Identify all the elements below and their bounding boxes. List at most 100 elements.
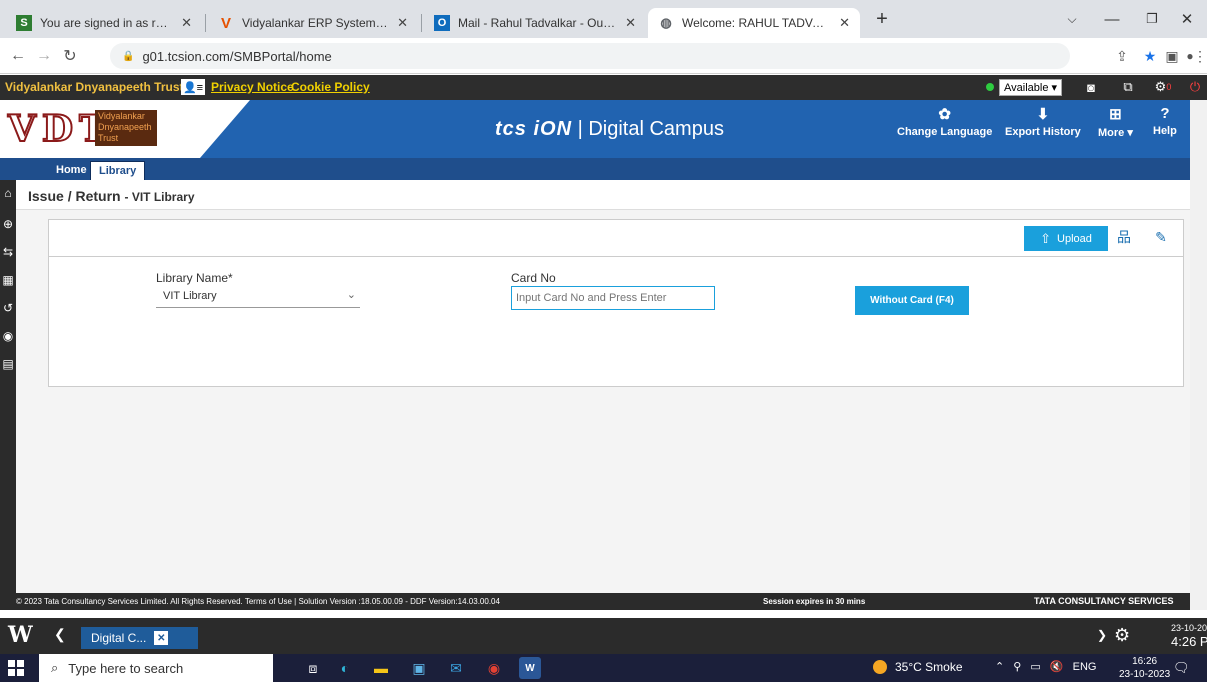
language-icon: ✿ bbox=[938, 106, 951, 123]
strip-datetime: 23-10-2023 4:26 PM bbox=[1171, 623, 1207, 648]
tab-search-icon[interactable]: ⌵ bbox=[1052, 0, 1092, 38]
portal-footer: © 2023 Tata Consultancy Services Limited… bbox=[16, 593, 1190, 610]
help-icon: ? bbox=[1160, 105, 1170, 122]
chevron-right-icon[interactable]: ❯ bbox=[1097, 628, 1107, 642]
notification-center-icon[interactable]: 🗨 bbox=[1173, 660, 1190, 676]
browser-tab-active[interactable]: ◍ Welcome: RAHUL TADVALKAR ✕ bbox=[648, 8, 860, 38]
upload-icon: ⇧ bbox=[1040, 230, 1052, 246]
battery-icon[interactable]: ▭ bbox=[1030, 661, 1040, 673]
address-bar[interactable]: 🔒 g01.tcsion.com/SMBPortal/home bbox=[110, 43, 1070, 69]
user-menu-icon[interactable]: 👤≡ bbox=[181, 79, 205, 95]
change-language-button[interactable]: ✿ Change Language bbox=[897, 105, 992, 138]
privacy-notice-link[interactable]: Privacy Notice bbox=[211, 80, 294, 94]
trust-name: Vidyalankar Dnyanapeeth Trust bbox=[5, 80, 184, 94]
tab-separator bbox=[421, 14, 422, 32]
search-icon: ⌕ bbox=[51, 660, 59, 675]
brand-title: tcs iON | Digital Campus bbox=[495, 118, 724, 141]
page-scrollbar[interactable] bbox=[1190, 100, 1207, 610]
card-no-input[interactable] bbox=[511, 286, 715, 310]
tab-favicon-icon: O bbox=[434, 15, 450, 31]
cookie-policy-link[interactable]: Cookie Policy bbox=[291, 80, 370, 94]
volume-muted-icon[interactable]: 🔇 bbox=[1050, 661, 1064, 673]
share-icon[interactable]: ⇪ bbox=[1112, 46, 1132, 66]
address-bar-row: ← → ↻ 🔒 g01.tcsion.com/SMBPortal/home ⇪ … bbox=[0, 38, 1207, 74]
network-icon[interactable]: ⚲ bbox=[1013, 661, 1021, 673]
close-tab-icon[interactable]: ✕ bbox=[397, 15, 408, 31]
weather-widget[interactable]: 35°C Smoke bbox=[873, 660, 963, 674]
tab-title: Vidyalankar ERP System - Atman bbox=[242, 16, 389, 30]
browser-tab[interactable]: S You are signed in as rahul.tadval ✕ bbox=[6, 8, 202, 38]
reload-icon[interactable]: ↻ bbox=[58, 44, 82, 68]
close-task-icon[interactable]: ✕ bbox=[154, 631, 169, 645]
edge-icon[interactable]: ◐ bbox=[334, 657, 356, 679]
browser-tab[interactable]: V Vidyalankar ERP System - Atman ✕ bbox=[208, 8, 418, 38]
chevron-down-icon: ⌄ bbox=[346, 289, 356, 301]
app-logo-icon[interactable]: W bbox=[8, 622, 38, 650]
tab-title: You are signed in as rahul.tadval bbox=[40, 16, 173, 30]
vdt-logo: VDT Vidyalankar Dnyanapeeth Trust bbox=[0, 100, 250, 158]
more-button[interactable]: ⊞ More ▾ bbox=[1098, 105, 1133, 139]
page-subtitle: - VIT Library bbox=[124, 190, 195, 204]
notifications-icon[interactable]: ⚙ 0 bbox=[1150, 78, 1176, 96]
back-icon[interactable]: ← bbox=[6, 44, 30, 68]
calendar-icon[interactable]: ▦ bbox=[0, 271, 16, 289]
settings-gears-icon[interactable]: ⚙ bbox=[1114, 625, 1130, 646]
browser-tab[interactable]: O Mail - Rahul Tadvalkar - Outlook ✕ bbox=[424, 8, 646, 38]
card-toolbar: ⇧ Upload 品 ✎ bbox=[49, 220, 1183, 257]
without-card-button[interactable]: Without Card (F4) bbox=[855, 286, 969, 315]
side-panel-icon[interactable]: ▣ bbox=[1162, 46, 1182, 66]
grid-icon: ⊞ bbox=[1109, 106, 1122, 123]
taskbar-clock[interactable]: 16:26 23-10-2023 bbox=[1119, 655, 1170, 681]
tab-home[interactable]: Home bbox=[48, 161, 95, 180]
tray-expand-icon[interactable]: ⌃ bbox=[995, 661, 1004, 673]
chrome-icon[interactable]: ◉ bbox=[483, 657, 505, 679]
power-icon[interactable]: ⏻ bbox=[1185, 78, 1205, 96]
tab-library[interactable]: Library bbox=[90, 161, 146, 180]
task-view-icon[interactable]: ⧈ bbox=[302, 657, 324, 679]
home-icon[interactable]: ⌂ bbox=[0, 184, 16, 202]
hierarchy-icon[interactable]: 品 bbox=[1115, 228, 1133, 246]
url-text: g01.tcsion.com/SMBPortal/home bbox=[142, 48, 332, 64]
browser-tab-strip: S You are signed in as rahul.tadval ✕ V … bbox=[0, 0, 1207, 38]
close-tab-icon[interactable]: ✕ bbox=[839, 15, 850, 31]
location-pin-icon[interactable]: ◉ bbox=[0, 327, 16, 345]
word-icon[interactable]: W bbox=[519, 657, 541, 679]
bookmark-star-icon[interactable]: ★ bbox=[1140, 46, 1160, 66]
minimize-icon[interactable]: — bbox=[1092, 0, 1132, 38]
availability-status[interactable]: Available ▾ bbox=[986, 78, 1063, 96]
library-name-select[interactable]: VIT Library ⌄ bbox=[156, 286, 360, 308]
transfer-icon[interactable]: ⇆ bbox=[0, 243, 16, 261]
chevron-left-icon[interactable]: ❮ bbox=[54, 626, 66, 643]
add-document-icon[interactable]: ⊕ bbox=[0, 215, 16, 233]
weather-icon bbox=[873, 660, 887, 674]
new-tab-button[interactable]: + bbox=[862, 0, 902, 38]
mail-icon[interactable]: ✉ bbox=[445, 657, 467, 679]
close-window-icon[interactable]: ✕ bbox=[1167, 0, 1207, 38]
close-tab-icon[interactable]: ✕ bbox=[181, 15, 192, 31]
portal-top-bar: Vidyalankar Dnyanapeeth Trust 👤≡ Privacy… bbox=[0, 75, 1207, 100]
forward-icon[interactable]: → bbox=[32, 44, 56, 68]
availability-select[interactable]: Available ▾ bbox=[999, 78, 1063, 96]
tab-title: Welcome: RAHUL TADVALKAR bbox=[682, 16, 831, 30]
file-explorer-icon[interactable]: ▬ bbox=[370, 657, 392, 679]
task-digital-campus[interactable]: Digital C... ✕ bbox=[81, 627, 198, 649]
store-icon[interactable]: ▣ bbox=[408, 657, 430, 679]
export-history-button[interactable]: ⬇ Export History bbox=[1005, 105, 1081, 138]
restore-icon[interactable]: ❐ bbox=[1132, 0, 1172, 38]
refresh-icon[interactable]: ↺ bbox=[0, 299, 16, 317]
screen-share-icon[interactable]: ⧉ bbox=[1118, 78, 1138, 96]
edit-icon[interactable]: ✎ bbox=[1152, 228, 1170, 246]
language-indicator[interactable]: ENG bbox=[1073, 661, 1097, 673]
upload-button[interactable]: ⇧ Upload bbox=[1024, 226, 1108, 251]
close-tab-icon[interactable]: ✕ bbox=[625, 15, 636, 31]
tcs-logo-text: TATA CONSULTANCY SERVICES bbox=[1034, 596, 1174, 606]
windows-start-icon[interactable] bbox=[8, 660, 24, 676]
menu-kebab-icon[interactable]: ⋮ bbox=[1193, 46, 1207, 66]
report-icon[interactable]: ▤ bbox=[0, 355, 16, 373]
portal-banner: VDT Vidyalankar Dnyanapeeth Trust tcs iO… bbox=[0, 100, 1190, 158]
camera-icon[interactable]: ◙ bbox=[1081, 78, 1101, 96]
taskbar-search[interactable]: ⌕ Type here to search bbox=[39, 654, 273, 682]
copyright-text: © 2023 Tata Consultancy Services Limited… bbox=[16, 597, 500, 606]
help-button[interactable]: ? Help bbox=[1153, 105, 1177, 137]
system-tray[interactable]: ⌃ ⚲ ▭ 🔇 ENG bbox=[995, 660, 1096, 673]
